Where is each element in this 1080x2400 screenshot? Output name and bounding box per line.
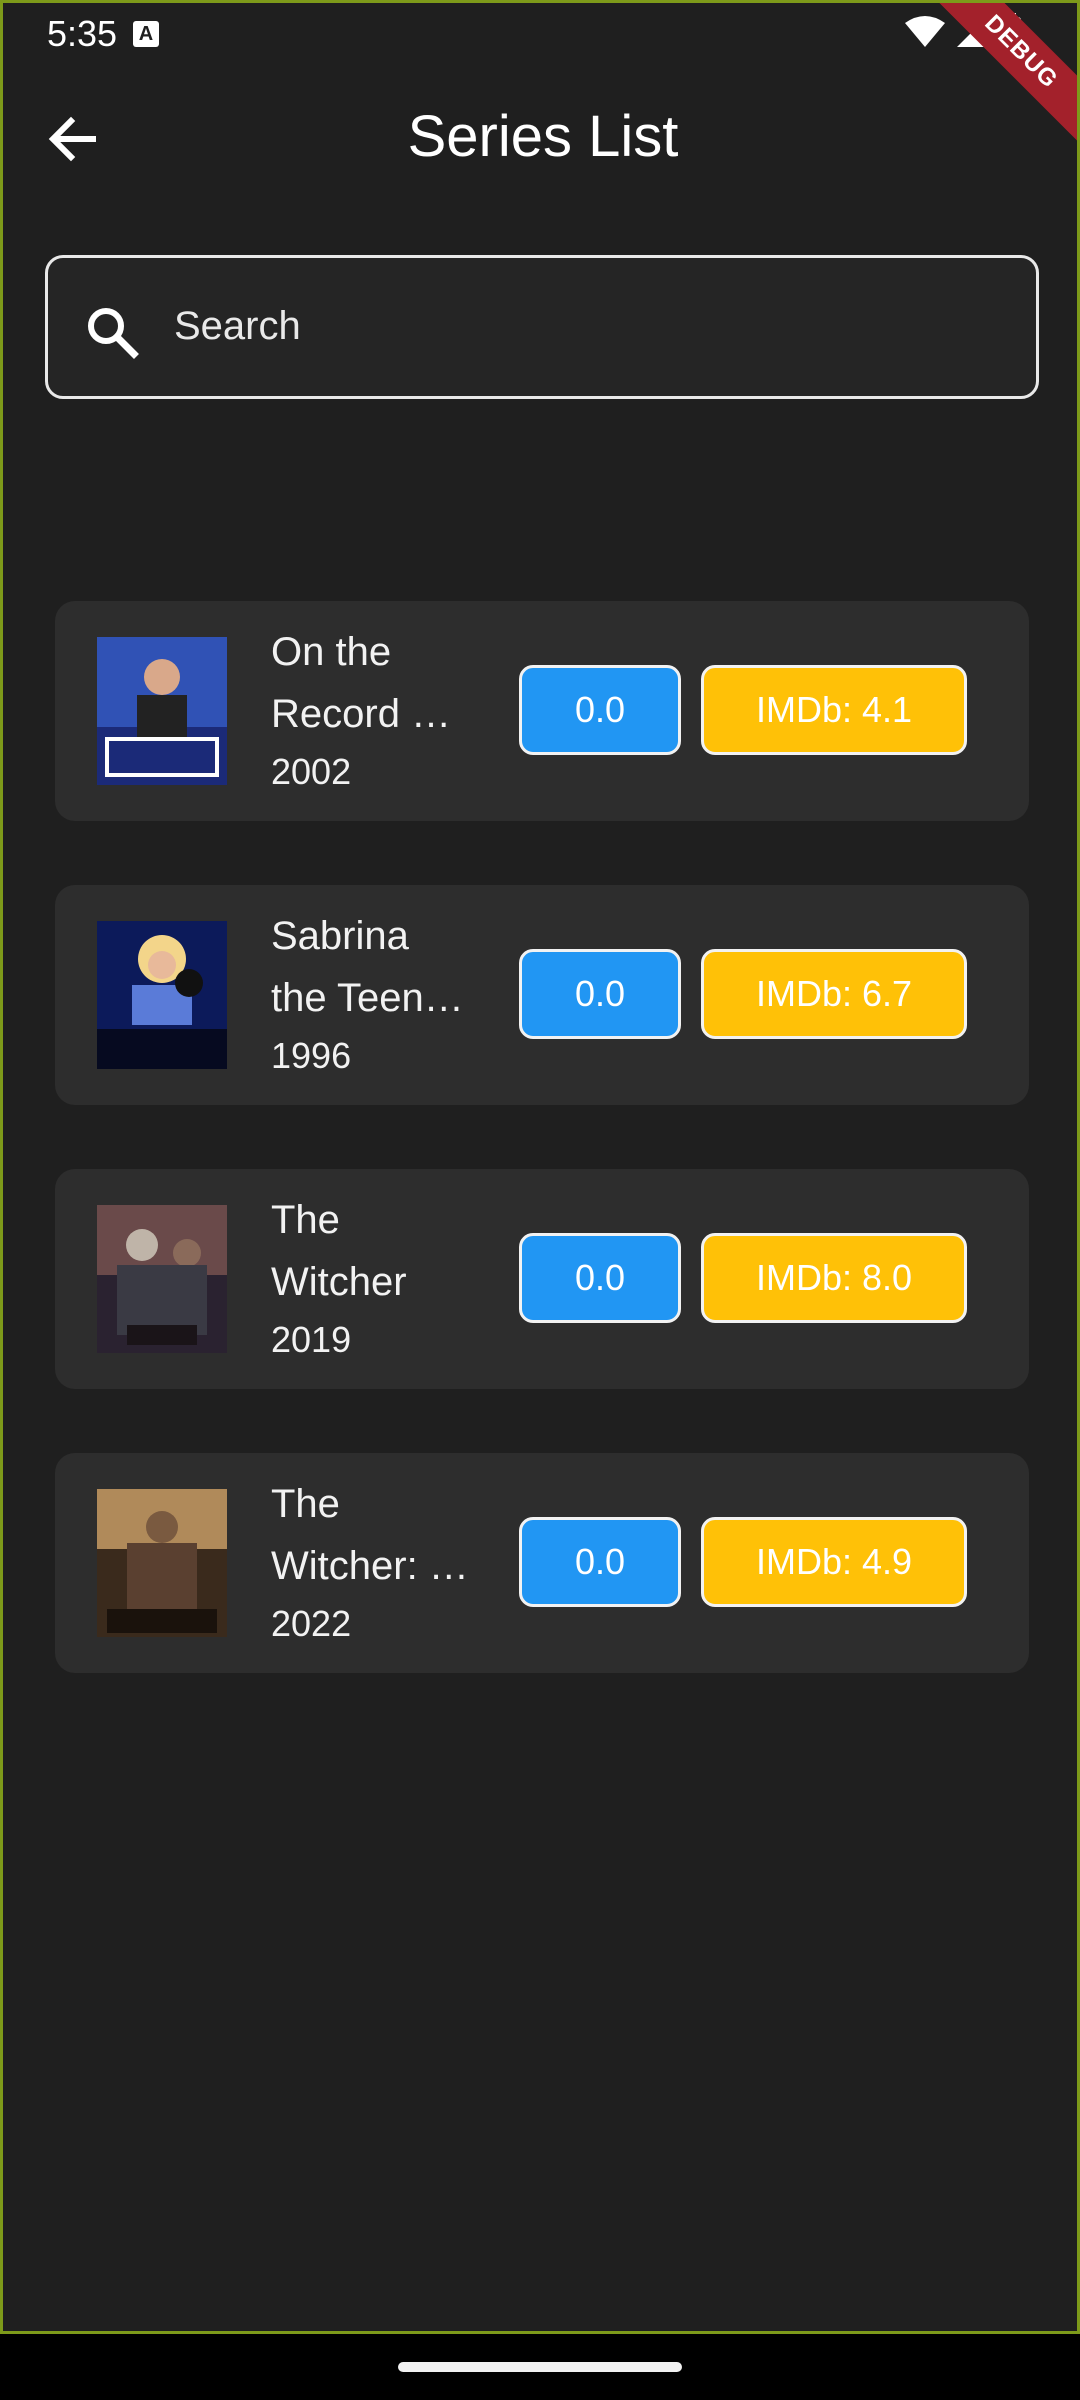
search-icon: [88, 308, 139, 359]
search-input[interactable]: Search: [45, 255, 1039, 399]
series-title: The Witcher: [271, 1198, 407, 1304]
page-title: Series List: [407, 104, 679, 169]
imdb-rating-button[interactable]: IMDb: 4.9: [701, 1517, 967, 1607]
series-card[interactable]: The Witcher: … 2022 0.0 IMDb: 4.9: [55, 1453, 1029, 1673]
screen: 5:35 A DEBUG Series List Search On the R…: [0, 0, 1080, 2334]
series-year: 2002: [271, 751, 352, 792]
series-title: Sabrina the Teen…: [271, 914, 464, 1020]
score-button[interactable]: 0.0: [519, 1233, 681, 1323]
series-year: 2022: [271, 1603, 352, 1644]
series-year: 1996: [271, 1035, 352, 1076]
wifi-icon: [905, 16, 945, 47]
series-year: 2019: [271, 1319, 352, 1360]
poster-image: [97, 921, 227, 1069]
status-time: 5:35: [47, 13, 118, 54]
imdb-rating-button[interactable]: IMDb: 4.1: [701, 665, 967, 755]
status-bar: 5:35 A DEBUG: [3, 3, 1077, 154]
poster-image: [97, 1205, 227, 1353]
imdb-rating-button[interactable]: IMDb: 8.0: [701, 1233, 967, 1323]
notification-a-icon: A: [133, 21, 159, 47]
search-placeholder: Search: [174, 304, 301, 348]
score-button[interactable]: 0.0: [519, 949, 681, 1039]
home-indicator[interactable]: [398, 2362, 682, 2372]
poster-image: [97, 1489, 227, 1637]
score-button[interactable]: 0.0: [519, 665, 681, 755]
series-title: On the Record …: [271, 630, 452, 736]
series-card[interactable]: The Witcher 2019 0.0 IMDb: 8.0: [55, 1169, 1029, 1389]
series-title: The Witcher: …: [271, 1482, 469, 1588]
imdb-rating-button[interactable]: IMDb: 6.7: [701, 949, 967, 1039]
poster-image: [97, 637, 227, 785]
series-card[interactable]: On the Record … 2002 0.0 IMDb: 4.1: [55, 601, 1029, 821]
series-card[interactable]: Sabrina the Teen… 1996 0.0 IMDb: 6.7: [55, 885, 1029, 1105]
score-button[interactable]: 0.0: [519, 1517, 681, 1607]
app-bar: Series List: [3, 73, 1077, 203]
